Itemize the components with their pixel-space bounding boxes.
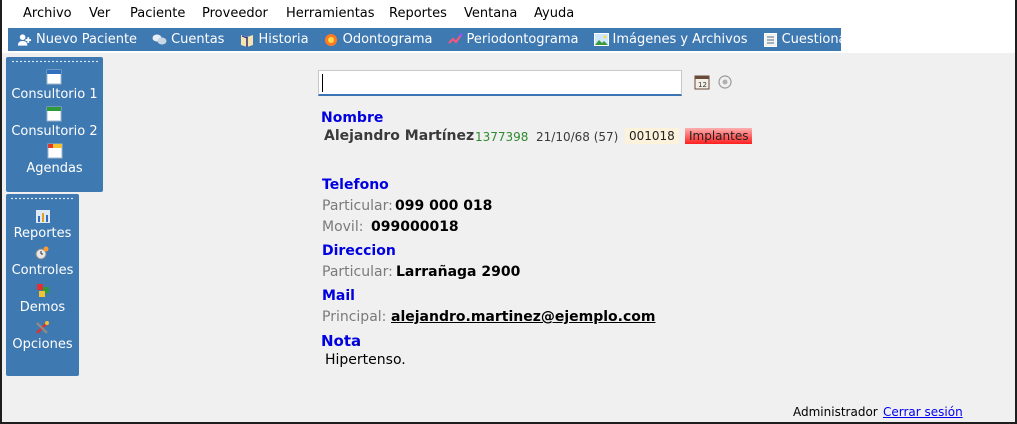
- main-content: [2, 53, 1015, 422]
- picture-icon: [593, 32, 609, 47]
- sidebar-grip: [10, 60, 99, 63]
- periodontograma-button[interactable]: Periodontograma: [447, 32, 579, 47]
- sidebar-consultorios: Consultorio 1 Consultorio 2 Agendas: [6, 57, 103, 192]
- blocks-icon: [35, 282, 51, 298]
- implantes-tag: Implantes: [685, 128, 753, 144]
- menu-herramientas[interactable]: Herramientas: [286, 6, 375, 21]
- sidebar-item-controles[interactable]: Controles: [11, 245, 74, 278]
- target-icon[interactable]: [718, 75, 732, 89]
- form-icon: [763, 32, 778, 47]
- patient-dob: 21/10/68 (57): [536, 130, 619, 144]
- sidebar-item-demos[interactable]: Demos: [20, 282, 65, 315]
- menu-archivo[interactable]: Archivo: [23, 6, 72, 21]
- tooth-circle-icon: [324, 32, 339, 47]
- imagenes-button[interactable]: Imágenes y Archivos: [593, 32, 748, 47]
- cuestionario-button[interactable]: Cuestionario: [763, 32, 864, 47]
- menu-bar: Archivo Ver Paciente Proveedor Herramien…: [2, 0, 1015, 27]
- clock-pin-icon: [34, 245, 50, 261]
- odontograma-label: Odontograma: [342, 32, 433, 47]
- menu-ver[interactable]: Ver: [89, 6, 110, 21]
- movil-phone-value: 099000018: [371, 219, 459, 235]
- logout-link[interactable]: Cerrar sesión: [883, 405, 963, 419]
- sidebar-item-label: Agendas: [26, 161, 83, 176]
- periodontograma-label: Periodontograma: [466, 32, 579, 47]
- sidebar-item-consultorio-1[interactable]: Consultorio 1: [11, 69, 98, 102]
- nuevo-paciente-button[interactable]: Nuevo Paciente: [17, 32, 137, 47]
- particular-phone-value: 099 000 018: [395, 198, 493, 214]
- sidebar-item-label: Consultorio 1: [11, 87, 98, 102]
- direccion-particular-label: Particular:: [322, 264, 393, 280]
- svg-text:12: 12: [698, 81, 707, 89]
- text-caret: [322, 74, 323, 92]
- book-icon: [239, 32, 254, 47]
- imagenes-label: Imágenes y Archivos: [612, 32, 748, 47]
- current-user: Administrador: [793, 405, 878, 419]
- window-blue-icon: [46, 69, 62, 85]
- sidebar-item-label: Reportes: [13, 226, 72, 241]
- direccion-value: Larrañaga 2900: [396, 264, 521, 280]
- sidebar-item-label: Controles: [11, 263, 74, 278]
- sidebar-grip: [9, 197, 76, 200]
- mail-principal-label: Principal:: [322, 309, 387, 325]
- menu-ayuda[interactable]: Ayuda: [534, 6, 574, 21]
- menu-proveedor[interactable]: Proveedor: [202, 6, 268, 21]
- coins-icon: [152, 32, 167, 47]
- telefono-heading: Telefono: [322, 177, 389, 193]
- sidebar-item-opciones[interactable]: Opciones: [12, 319, 73, 352]
- add-user-icon: [17, 32, 32, 47]
- sidebar-item-label: Demos: [19, 300, 66, 315]
- sidebar-tools: Reportes Controles Demos Opciones: [6, 194, 79, 376]
- calendar-icon: [47, 143, 63, 159]
- sidebar-item-reportes[interactable]: Reportes: [13, 208, 72, 241]
- historia-button[interactable]: Historia: [239, 32, 309, 47]
- patient-id: 1377398: [475, 130, 529, 144]
- cuestionario-label: Cuestionario: [781, 32, 864, 47]
- menu-reportes[interactable]: Reportes: [389, 6, 447, 21]
- menu-paciente[interactable]: Paciente: [130, 6, 185, 21]
- particular-phone-label: Particular:: [322, 198, 393, 214]
- calendar-picker-icon[interactable]: 12: [694, 74, 710, 90]
- direccion-heading: Direccion: [322, 243, 396, 259]
- odontograma-button[interactable]: Odontograma: [324, 32, 433, 47]
- nota-dot: .: [356, 333, 361, 349]
- movil-phone-label: Movil:: [322, 219, 364, 235]
- patient-search-input[interactable]: [318, 70, 682, 96]
- report-chart-icon: [35, 208, 51, 224]
- menu-ventana[interactable]: Ventana: [464, 6, 517, 21]
- tools-icon: [35, 319, 51, 335]
- nota-text: Hipertenso.: [325, 352, 406, 368]
- nuevo-paciente-label: Nuevo Paciente: [36, 32, 138, 47]
- nombre-heading: Nombre: [321, 110, 384, 126]
- sidebar-item-consultorio-2[interactable]: Consultorio 2: [11, 106, 98, 139]
- sidebar-item-label: Opciones: [12, 337, 73, 352]
- historia-label: Historia: [258, 32, 309, 47]
- mail-heading: Mail: [322, 288, 355, 304]
- cuentas-label: Cuentas: [171, 32, 225, 47]
- window-green-icon: [46, 106, 62, 122]
- toolbar: Nuevo Paciente Cuentas Historia Odontogr…: [8, 28, 863, 51]
- sidebar-item-label: Consultorio 2: [11, 124, 98, 139]
- cuentas-button[interactable]: Cuentas: [152, 32, 224, 47]
- sidebar-item-agendas[interactable]: Agendas: [26, 143, 83, 176]
- perio-chart-icon: [447, 32, 463, 47]
- email-link[interactable]: alejandro.martinez@ejemplo.com: [391, 309, 656, 325]
- patient-code-badge: 001018: [625, 128, 679, 144]
- patient-name: Alejandro Martínez: [324, 128, 475, 144]
